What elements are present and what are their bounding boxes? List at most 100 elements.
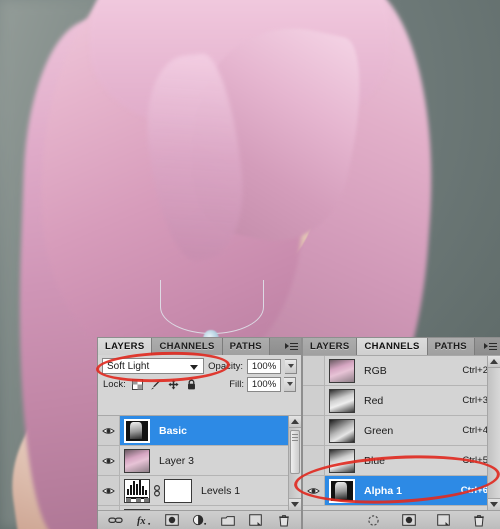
panel-menu-icon[interactable] (480, 338, 500, 355)
channel-visibility-toggle[interactable] (303, 416, 325, 445)
layer-thumbnail[interactable] (124, 418, 150, 443)
channel-shortcut: Ctrl+6 (460, 485, 488, 496)
layer-thumbnail[interactable] (124, 448, 150, 473)
new-group-button[interactable] (220, 513, 235, 527)
chevron-down-icon (190, 365, 199, 370)
subject-necklace (160, 280, 264, 334)
blend-mode-value: Soft Light (107, 360, 150, 372)
scroll-up-button[interactable] (488, 356, 500, 368)
add-layer-mask-button[interactable] (164, 513, 179, 527)
link-layers-button[interactable] (108, 513, 123, 527)
fill-group[interactable]: Fill: 100% (229, 376, 296, 392)
layers-list[interactable]: Basic Layer 3 Levels 1 (98, 415, 301, 510)
tab-channels-label: CHANNELS (364, 341, 420, 352)
layer-visibility-toggle[interactable] (98, 416, 120, 445)
layer-mask-thumbnail[interactable] (164, 478, 192, 503)
table-row[interactable]: Levels 1 (98, 476, 301, 506)
opacity-input[interactable]: 100% (247, 358, 281, 374)
eye-icon (102, 457, 115, 464)
adjustment-layer-button[interactable] (192, 513, 207, 527)
tab-paths[interactable]: PATHS (427, 338, 475, 355)
tab-channels[interactable]: CHANNELS (152, 338, 223, 355)
fill-stepper[interactable] (284, 376, 296, 392)
channel-thumbnail[interactable] (329, 448, 355, 473)
lock-all-icon[interactable] (186, 379, 197, 390)
layer-thumbnail[interactable] (124, 478, 150, 503)
layers-panel-tabbar[interactable]: LAYERS CHANNELS PATHS (98, 338, 301, 355)
panel-menu-glyph (483, 342, 497, 351)
layers-panel-footer[interactable]: fx (98, 510, 301, 529)
channel-shortcut: Ctrl+5 (462, 455, 488, 466)
tab-layers[interactable]: LAYERS (303, 338, 358, 355)
channel-shortcut: Ctrl+4 (462, 425, 488, 436)
table-row[interactable]: Alpha 1 Ctrl+6 (303, 476, 500, 506)
layer-name: Basic (159, 424, 188, 437)
layer-style-button[interactable]: fx (136, 513, 151, 527)
delete-layer-button[interactable] (276, 513, 291, 527)
svg-text:fx: fx (137, 516, 146, 526)
channel-shortcut: Ctrl+2 (462, 365, 488, 376)
scroll-down-button[interactable] (488, 498, 500, 510)
channel-thumbnail[interactable] (329, 388, 355, 413)
lock-image-pixels-icon[interactable] (150, 379, 161, 390)
scroll-down-button[interactable] (289, 498, 301, 510)
table-row[interactable]: Blue Ctrl+5 (303, 446, 500, 476)
channel-visibility-toggle[interactable] (303, 386, 325, 415)
fill-value: 100% (251, 378, 277, 390)
tab-paths[interactable]: PATHS (222, 338, 270, 355)
table-row[interactable]: RGB Ctrl+2 (303, 356, 500, 386)
channels-panel[interactable]: LAYERS CHANNELS PATHS RGB Ctrl+2 Red Ctr (303, 338, 500, 529)
eye-icon (307, 487, 320, 494)
layer-visibility-toggle[interactable] (98, 446, 120, 475)
channels-scrollbar[interactable] (487, 356, 500, 510)
panel-menu-glyph (284, 342, 298, 351)
channel-visibility-toggle[interactable] (303, 446, 325, 475)
tab-channels[interactable]: CHANNELS (357, 338, 428, 355)
table-row[interactable]: Red Ctrl+3 (303, 386, 500, 416)
scroll-up-button[interactable] (289, 416, 301, 428)
channels-panel-tabbar[interactable]: LAYERS CHANNELS PATHS (303, 338, 500, 355)
blend-mode-select[interactable]: Soft Light (102, 358, 205, 374)
lock-row[interactable]: Lock: Fill: 100% (98, 375, 301, 393)
new-layer-button[interactable] (248, 513, 263, 527)
table-row[interactable]: Basic (98, 416, 301, 446)
new-channel-button[interactable] (436, 513, 451, 527)
channel-thumbnail[interactable] (329, 478, 355, 503)
table-row[interactable]: Layer 3 (98, 446, 301, 476)
tab-layers[interactable]: LAYERS (98, 338, 153, 355)
channel-visibility-toggle[interactable] (303, 356, 325, 385)
layers-panel[interactable]: LAYERS CHANNELS PATHS Soft Light Opacity… (98, 338, 301, 529)
channel-name: Red (364, 394, 384, 407)
channels-panel-footer[interactable] (303, 510, 500, 529)
layers-scrollbar[interactable] (288, 416, 301, 510)
lock-icon-group[interactable] (131, 378, 197, 390)
tabbar-filler (269, 338, 281, 355)
save-selection-as-channel-button[interactable] (401, 513, 416, 527)
mask-link-icon[interactable] (153, 484, 161, 498)
channel-thumbnail[interactable] (329, 418, 355, 443)
channel-name: Blue (364, 454, 386, 467)
opacity-label: Opacity: (208, 360, 243, 372)
eye-icon (102, 427, 115, 434)
tab-paths-label: PATHS (434, 341, 467, 352)
lock-transparent-pixels-icon[interactable] (131, 378, 143, 390)
tab-layers-label: LAYERS (105, 341, 145, 352)
layer-visibility-toggle[interactable] (98, 476, 120, 505)
channel-thumbnail[interactable] (329, 358, 355, 383)
channel-visibility-toggle[interactable] (303, 476, 325, 505)
tab-channels-label: CHANNELS (159, 341, 215, 352)
lock-position-icon[interactable] (168, 378, 179, 390)
opacity-stepper[interactable] (285, 358, 297, 374)
load-channel-as-selection-button[interactable] (366, 513, 381, 527)
opacity-value: 100% (251, 360, 277, 372)
panel-menu-icon[interactable] (281, 338, 301, 355)
table-row[interactable]: Green Ctrl+4 (303, 416, 500, 446)
channel-name: Green (364, 424, 394, 437)
tab-layers-label: LAYERS (310, 341, 350, 352)
delete-channel-button[interactable] (471, 513, 486, 527)
eye-icon (102, 487, 115, 494)
blend-mode-row[interactable]: Soft Light Opacity: 100% (98, 355, 301, 375)
channels-list[interactable]: RGB Ctrl+2 Red Ctrl+3 Green Ctrl+4 Blue … (303, 355, 500, 510)
lock-label: Lock: (103, 378, 126, 390)
fill-input[interactable]: 100% (247, 376, 281, 392)
